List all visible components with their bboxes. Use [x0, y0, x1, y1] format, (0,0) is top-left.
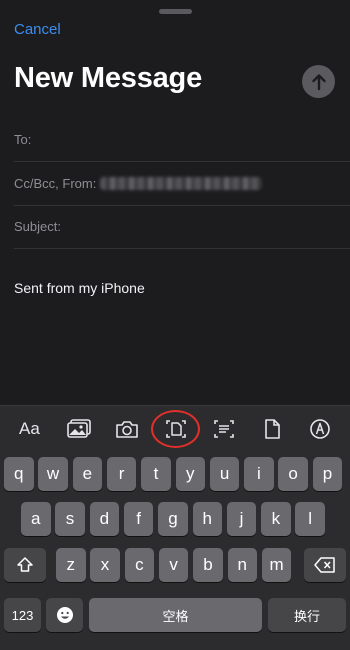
- redacted-email-address: [100, 177, 263, 190]
- key-v[interactable]: v: [158, 548, 189, 582]
- camera-button[interactable]: [114, 418, 140, 440]
- return-key[interactable]: 换行: [268, 598, 346, 632]
- numbers-key[interactable]: 123: [4, 598, 41, 632]
- key-c[interactable]: c: [124, 548, 155, 582]
- subject-input[interactable]: [60, 205, 350, 248]
- key-b[interactable]: b: [193, 548, 223, 582]
- document-icon: [265, 419, 280, 439]
- cc-bcc-from-field[interactable]: Cc/Bcc, From:: [14, 162, 350, 206]
- key-h[interactable]: h: [192, 502, 222, 536]
- subject-label: Subject:: [14, 219, 61, 234]
- photo-library-icon: [67, 419, 91, 438]
- emoji-key[interactable]: [46, 598, 83, 632]
- to-field[interactable]: To:: [14, 118, 350, 162]
- key-z[interactable]: z: [56, 548, 86, 582]
- cc-bcc-from-label: Cc/Bcc, From:: [14, 176, 97, 191]
- key-l[interactable]: l: [295, 502, 325, 536]
- keyboard: qwertyuiop asdfghjkl zxcvbnm 123 空格 换行: [0, 452, 350, 650]
- key-m[interactable]: m: [261, 548, 292, 582]
- key-g[interactable]: g: [158, 502, 188, 536]
- shift-key[interactable]: [4, 548, 46, 582]
- message-body[interactable]: Sent from my iPhone: [14, 280, 145, 296]
- delete-key[interactable]: [304, 548, 346, 582]
- key-d[interactable]: d: [89, 502, 120, 536]
- cancel-button[interactable]: Cancel: [14, 21, 61, 38]
- backspace-icon: [314, 557, 335, 573]
- key-o[interactable]: o: [278, 457, 308, 491]
- key-e[interactable]: e: [72, 457, 103, 491]
- key-s[interactable]: s: [55, 502, 85, 536]
- scan-text-icon: [214, 420, 234, 438]
- key-r[interactable]: r: [106, 457, 137, 491]
- key-i[interactable]: i: [244, 457, 274, 491]
- markup-button[interactable]: [309, 418, 331, 440]
- attach-file-button[interactable]: [262, 418, 282, 440]
- key-a[interactable]: a: [21, 502, 51, 536]
- scan-text-button[interactable]: [212, 418, 236, 440]
- markup-icon: [310, 419, 330, 439]
- shift-icon: [17, 557, 33, 572]
- sheet-grabber[interactable]: [159, 9, 192, 14]
- key-j[interactable]: j: [226, 502, 257, 536]
- emoji-icon: [56, 607, 73, 623]
- key-u[interactable]: u: [209, 457, 240, 491]
- key-f[interactable]: f: [123, 502, 154, 536]
- key-w[interactable]: w: [38, 457, 68, 491]
- key-q[interactable]: q: [4, 457, 34, 491]
- key-x[interactable]: x: [90, 548, 120, 582]
- space-key[interactable]: 空格: [89, 598, 262, 632]
- to-label: To:: [14, 132, 32, 147]
- subject-field[interactable]: Subject:: [14, 205, 350, 249]
- key-n[interactable]: n: [227, 548, 257, 582]
- format-text-button[interactable]: Aa: [19, 418, 40, 440]
- highlight-circle: [151, 410, 200, 448]
- to-input[interactable]: [31, 118, 350, 161]
- arrow-up-icon: [311, 73, 326, 90]
- key-y[interactable]: y: [175, 457, 205, 491]
- send-button[interactable]: [302, 65, 335, 98]
- format-toolbar: Aa: [0, 405, 350, 452]
- key-k[interactable]: k: [261, 502, 291, 536]
- page-title: New Message: [14, 62, 202, 94]
- key-t[interactable]: t: [141, 457, 171, 491]
- key-p[interactable]: p: [312, 457, 343, 491]
- camera-icon: [116, 421, 138, 438]
- photo-library-button[interactable]: [66, 418, 92, 440]
- compose-sheet: Cancel New Message To: Cc/Bcc, From: Sub…: [0, 0, 350, 405]
